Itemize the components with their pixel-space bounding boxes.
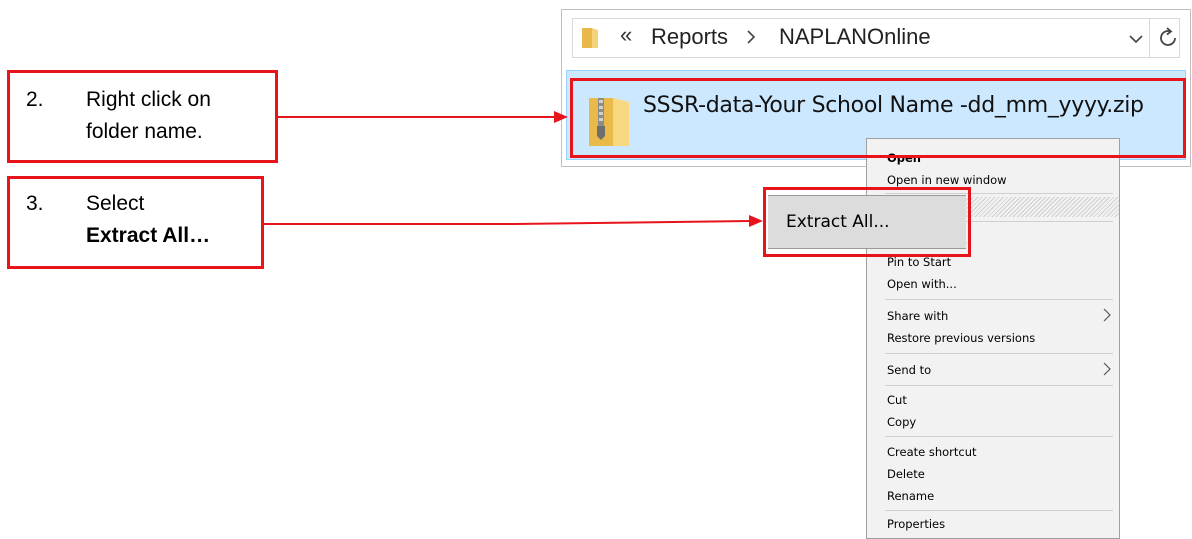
arrow-step-3 (264, 215, 763, 227)
arrow-step-2 (278, 111, 568, 123)
connector-arrows (264, 111, 763, 227)
